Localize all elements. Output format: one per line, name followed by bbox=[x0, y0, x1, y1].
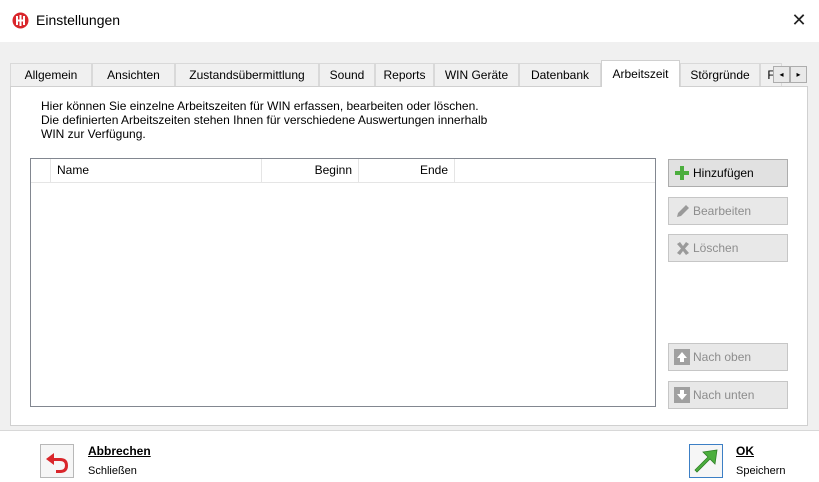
description-line-1: Hier können Sie einzelne Arbeitszeiten f… bbox=[41, 99, 479, 113]
close-button[interactable]: ✕ bbox=[786, 8, 812, 34]
tab-arbeitszeit[interactable]: Arbeitszeit bbox=[601, 60, 680, 87]
footer-bar: Abbrechen Schließen OK Speichern bbox=[0, 430, 819, 482]
ok-title[interactable]: OK bbox=[736, 444, 754, 458]
column-header-filler bbox=[455, 159, 655, 182]
tab-reports[interactable]: Reports bbox=[375, 63, 434, 86]
delete-x-icon bbox=[674, 240, 690, 256]
window-title: Einstellungen bbox=[36, 12, 121, 28]
tab-datenbank[interactable]: Datenbank bbox=[519, 63, 601, 86]
undo-arrow-icon bbox=[46, 453, 68, 473]
tab-ansichten[interactable]: Ansichten bbox=[92, 63, 175, 86]
app-logo-icon bbox=[12, 12, 29, 29]
tab-scroll-right-button[interactable]: ▸ bbox=[790, 66, 807, 83]
description-line-2: Die definierten Arbeitszeiten stehen Ihn… bbox=[41, 113, 488, 127]
cancel-button[interactable] bbox=[40, 444, 74, 478]
edit-button[interactable]: Bearbeiten bbox=[668, 197, 788, 225]
pencil-icon bbox=[674, 203, 690, 219]
cancel-subtitle: Schließen bbox=[88, 465, 137, 477]
tab-scroll-controls: ◂ ▸ bbox=[773, 66, 807, 83]
tab-win-geraete[interactable]: WIN Geräte bbox=[434, 63, 519, 86]
ok-subtitle: Speichern bbox=[736, 465, 786, 477]
move-down-button-label: Nach unten bbox=[693, 388, 755, 402]
plus-icon bbox=[674, 165, 690, 181]
cancel-title[interactable]: Abbrechen bbox=[88, 444, 151, 458]
move-up-button-label: Nach oben bbox=[693, 350, 752, 364]
description-line-3: WIN zur Verfügung. bbox=[41, 127, 146, 141]
arrow-down-icon bbox=[674, 387, 690, 403]
move-up-button[interactable]: Nach oben bbox=[668, 343, 788, 371]
edit-button-label: Bearbeiten bbox=[693, 204, 752, 218]
column-header-ende[interactable]: Ende bbox=[359, 159, 455, 182]
tab-strip: Allgemein Ansichten Zustandsübermittlung… bbox=[10, 60, 808, 87]
add-button-label: Hinzufügen bbox=[693, 166, 754, 180]
column-header-select[interactable] bbox=[31, 159, 51, 182]
arrow-up-icon bbox=[674, 349, 690, 365]
column-header-beginn[interactable]: Beginn bbox=[262, 159, 359, 182]
arbeitszeiten-table[interactable]: Name Beginn Ende bbox=[30, 158, 656, 407]
add-button[interactable]: Hinzufügen bbox=[668, 159, 788, 187]
tab-scroll-left-button[interactable]: ◂ bbox=[773, 66, 790, 83]
delete-button-label: Löschen bbox=[693, 241, 739, 255]
tab-sound[interactable]: Sound bbox=[319, 63, 375, 86]
move-down-button[interactable]: Nach unten bbox=[668, 381, 788, 409]
tab-stoergruende[interactable]: Störgründe bbox=[680, 63, 760, 86]
title-bar: Einstellungen ✕ bbox=[0, 0, 819, 42]
green-arrow-icon bbox=[694, 449, 718, 473]
tab-allgemein[interactable]: Allgemein bbox=[10, 63, 92, 86]
settings-window: Einstellungen ✕ Allgemein Ansichten Zust… bbox=[0, 0, 819, 482]
column-header-name[interactable]: Name bbox=[51, 159, 262, 182]
ok-button[interactable] bbox=[689, 444, 723, 478]
footer-separator bbox=[0, 430, 819, 431]
dialog-body: Allgemein Ansichten Zustandsübermittlung… bbox=[0, 42, 819, 430]
delete-button[interactable]: Löschen bbox=[668, 234, 788, 262]
table-header: Name Beginn Ende bbox=[31, 159, 655, 183]
tab-zustandsuebermittlung[interactable]: Zustandsübermittlung bbox=[175, 63, 319, 86]
